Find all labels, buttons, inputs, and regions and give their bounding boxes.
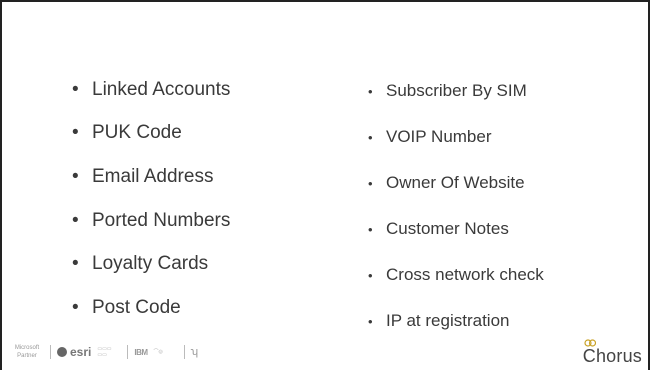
- esri-logo: esri: [57, 345, 91, 359]
- bullet-icon: •: [72, 296, 79, 318]
- bullet-icon: •: [368, 83, 373, 99]
- bullet-icon: •: [72, 165, 79, 187]
- rings-icon: [584, 339, 596, 347]
- list-item: • VOIP Number: [368, 114, 544, 160]
- bullet-icon: •: [72, 78, 79, 100]
- divider: [127, 345, 129, 359]
- list-item-label: Owner Of Website: [386, 173, 525, 192]
- left-bullet-list: • Linked Accounts • PUK Code • Email Addres…: [72, 68, 230, 330]
- list-item: • IP at registration: [368, 298, 544, 344]
- partner-logos: Microsoft Partner esri ▭▭▭ ▭▭ IBM ⌒◎ ʮ: [10, 344, 198, 360]
- list-item: • Cross network check: [368, 252, 544, 298]
- bullet-icon: •: [368, 267, 373, 283]
- partner-badge: ⌒◎: [153, 349, 163, 355]
- list-item: • PUK Code: [72, 112, 230, 156]
- slide: • Linked Accounts • PUK Code • Email Addres…: [0, 0, 650, 370]
- globe-icon: [57, 347, 67, 357]
- list-item-label: Cross network check: [386, 265, 544, 284]
- list-item: • Customer Notes: [368, 206, 544, 252]
- ibm-logo: IBM: [134, 347, 148, 357]
- divider: [183, 345, 185, 359]
- list-item: • Owner Of Website: [368, 160, 544, 206]
- bullet-icon: •: [368, 313, 373, 329]
- list-item-label: Post Code: [92, 296, 181, 318]
- list-item-label: Loyalty Cards: [92, 253, 209, 275]
- list-item: • Email Address: [72, 155, 230, 199]
- esri-label: esri: [70, 345, 92, 359]
- list-item-label: Subscriber By SIM: [386, 81, 527, 100]
- bullet-icon: •: [368, 129, 373, 145]
- bullet-icon: •: [368, 175, 373, 191]
- list-item-label: Linked Accounts: [92, 78, 231, 100]
- list-item-label: PUK Code: [92, 122, 182, 144]
- list-item: • Subscriber By SIM: [368, 68, 544, 114]
- right-bullet-list: • Subscriber By SIM • VOIP Number • Owner O…: [368, 68, 544, 344]
- logo-label: Chorus: [582, 346, 642, 366]
- list-item-label: Email Address: [92, 165, 214, 187]
- list-item-label: Customer Notes: [386, 219, 509, 238]
- list-item-label: IP at registration: [386, 311, 510, 330]
- bullet-icon: •: [72, 209, 79, 231]
- divider: [50, 345, 51, 359]
- chorus-logo: Chorus: [582, 339, 642, 367]
- list-item: • Post Code: [72, 286, 230, 330]
- list-item: • Linked Accounts: [72, 68, 230, 112]
- list-item-label: VOIP Number: [386, 127, 492, 146]
- partner-badge: ▭▭▭ ▭▭: [97, 346, 112, 358]
- bullet-icon: •: [368, 221, 373, 237]
- sprout-icon: ʮ: [190, 346, 199, 358]
- bullet-icon: •: [72, 122, 79, 144]
- list-item-label: Ported Numbers: [92, 209, 231, 231]
- list-item: • Ported Numbers: [72, 199, 230, 243]
- bullet-icon: •: [72, 253, 79, 275]
- microsoft-partner-logo: Microsoft Partner: [14, 345, 40, 359]
- list-item: • Loyalty Cards: [72, 242, 230, 286]
